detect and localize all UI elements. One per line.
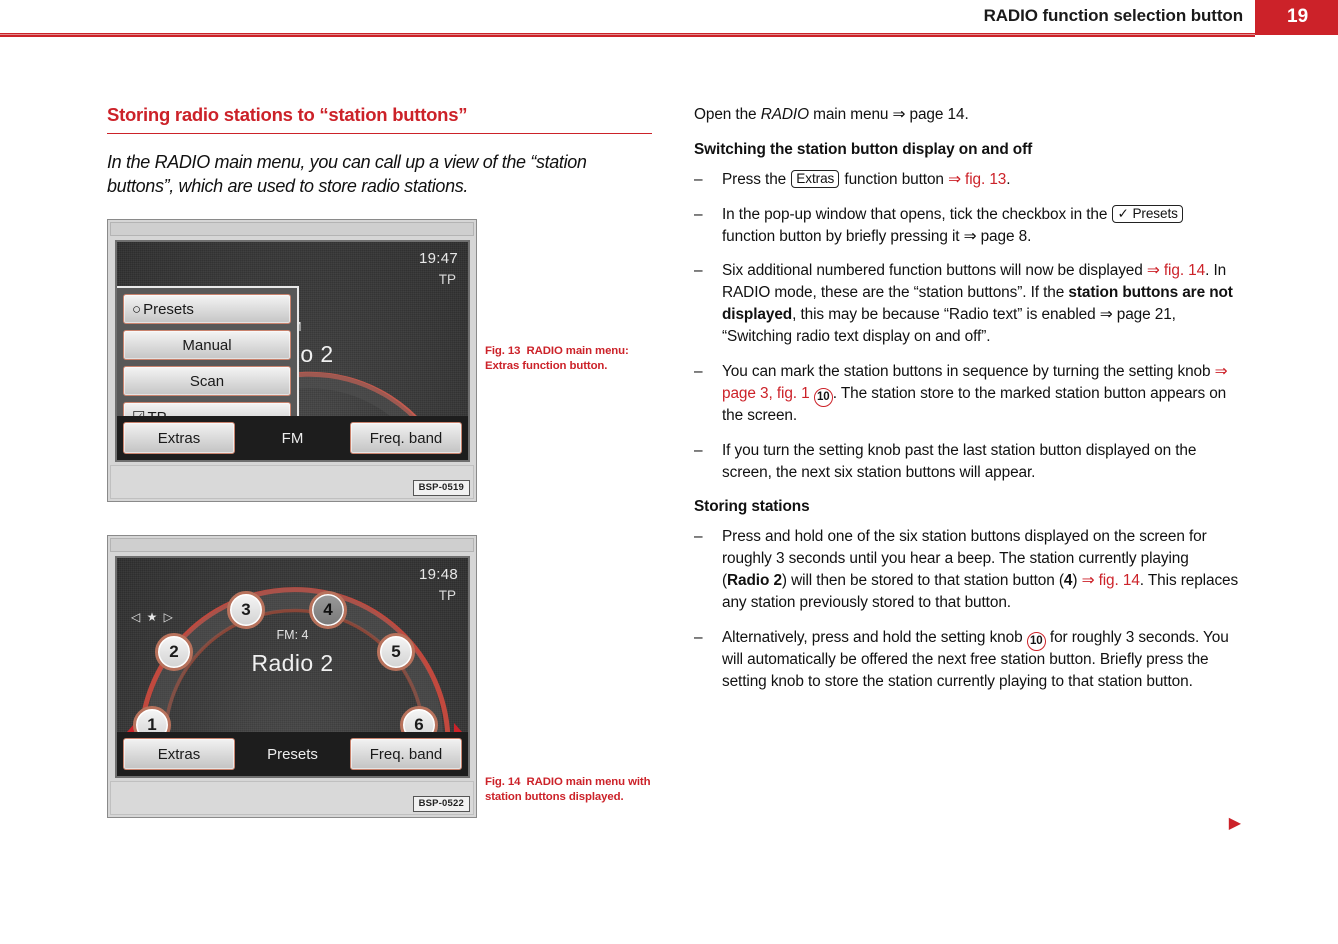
page-header: RADIO function selection button 19 — [0, 0, 1338, 37]
body-text: In the pop-up window that opens, tick th… — [722, 205, 1112, 223]
bullet-dash: – — [694, 170, 703, 188]
screen-freq-band-button-13[interactable]: Freq. band — [349, 422, 462, 454]
intro-paragraph: Open the RADIO main menu ⇒ page 14. — [694, 104, 1239, 126]
screen-clock-14: 19:48 — [418, 566, 458, 583]
bullet-presets-checkbox: – In the pop-up window that opens, tick t… — [694, 204, 1239, 248]
body-text: Press the — [722, 170, 791, 188]
bullet-dash: – — [694, 628, 703, 646]
body-text: function button by briefly pressing it ⇒… — [722, 227, 1032, 245]
figure-14-screen: ◁ ★ ▷ 19:48 TP FM: 4 Radio 2 1 2 3 4 5 6… — [115, 556, 470, 778]
figure-14: ◁ ★ ▷ 19:48 TP FM: 4 Radio 2 1 2 3 4 5 6… — [107, 535, 655, 818]
figure-14-top-bezel — [110, 538, 474, 552]
instruction-sections: Switching the station button display on … — [694, 139, 1239, 693]
screen-tp-13: TP — [438, 272, 456, 287]
section-heading: Storing stations — [694, 498, 810, 516]
bullet-dash: – — [694, 262, 703, 280]
callout-number: 10 — [813, 387, 833, 407]
bullet-six-buttons: – Six additional numbered function button… — [694, 260, 1239, 348]
header-rule-highlight — [0, 34, 1255, 35]
bullet-dash: – — [694, 362, 703, 380]
body-text: ) — [1072, 572, 1082, 589]
station-button-2[interactable]: 2 — [155, 633, 193, 671]
page-title: RADIO function selection button — [983, 6, 1244, 25]
bullet-past-last: – If you turn the setting knob past the l… — [694, 440, 1239, 484]
cross-reference-link[interactable]: ⇒ fig. 14 — [1082, 572, 1140, 589]
body-text: Six additional numbered function buttons… — [722, 262, 1147, 280]
page-number: 19 — [1287, 6, 1309, 27]
figure-13-top-bezel — [110, 222, 474, 236]
screen-extras-button-14[interactable]: Extras — [123, 738, 235, 770]
body-text: . — [1006, 170, 1011, 188]
radio-circle-icon: ○ — [132, 300, 142, 318]
body-text — [810, 385, 814, 402]
section-title: Storing radio stations to “station butto… — [107, 104, 652, 134]
screen-freq-band-button-14[interactable]: Freq. band — [349, 738, 462, 770]
popup-button-manual-label: Manual — [182, 336, 232, 354]
left-column: Storing radio stations to “station butto… — [107, 104, 652, 818]
lead-paragraph: In the RADIO main menu, you can call up … — [107, 152, 587, 196]
cross-reference-link[interactable]: ⇒ fig. 13 — [948, 171, 1006, 188]
popup-button-scan-label: Scan — [189, 372, 225, 390]
figure-13-screen: 19:47 TP FM Radio 2 ○ Presets Manual Sca… — [115, 240, 470, 462]
station-button-3[interactable]: 3 — [227, 591, 265, 629]
header-red-rule — [0, 33, 1255, 37]
page-number-tab: 19 — [1255, 0, 1338, 35]
right-column: Open the RADIO main menu ⇒ page 14. Swit… — [694, 104, 1241, 832]
figure-13-frame: 19:47 TP FM Radio 2 ○ Presets Manual Sca… — [107, 219, 477, 502]
bullet-extras: – Press the Extras function button ⇒ fig.… — [694, 169, 1239, 191]
figure-14-frame: ◁ ★ ▷ 19:48 TP FM: 4 Radio 2 1 2 3 4 5 6… — [107, 535, 477, 818]
function-button-chip[interactable]: Extras — [791, 169, 840, 189]
figure-14-caption-number: Fig. 14 — [485, 776, 521, 788]
popup-button-manual[interactable]: Manual — [123, 330, 291, 360]
emphasis-text: Radio 2 — [727, 572, 782, 589]
figure-13-code-tag: BSP-0519 — [412, 480, 470, 496]
screen-button-bar-14: Extras Presets Freq. band — [117, 732, 468, 776]
cross-reference-link[interactable]: ⇒ fig. 14 — [1147, 262, 1205, 279]
screen-band-label-13: FM — [281, 429, 304, 447]
bullet-dash: – — [694, 205, 703, 223]
function-button-chip[interactable]: ✓ Presets — [1112, 204, 1183, 224]
figure-13-caption-number: Fig. 13 — [485, 345, 521, 357]
figure-14-code-tag: BSP-0522 — [412, 796, 470, 812]
body-text: Alternatively, press and hold the settin… — [722, 628, 1027, 646]
popup-button-scan[interactable]: Scan — [123, 366, 291, 396]
station-button-4[interactable]: 4 — [309, 591, 347, 629]
screen-presets-label-14: Presets — [267, 745, 318, 763]
popup-button-presets[interactable]: ○ Presets — [123, 294, 291, 324]
bullet-mark-sequence: – You can mark the station buttons in seq… — [694, 361, 1239, 427]
intro-before: Open the — [694, 106, 761, 123]
body-text: You can mark the station buttons in sequ… — [722, 362, 1215, 380]
screen-extras-button-13[interactable]: Extras — [123, 422, 235, 454]
intro-italic: RADIO — [760, 106, 809, 123]
body-text: If you turn the setting knob past the la… — [722, 441, 1197, 481]
intro-after: main menu ⇒ page 14. — [808, 106, 969, 123]
callout-number: 10 — [1026, 631, 1046, 651]
bullet-alternatively: – Alternatively, press and hold the setti… — [694, 627, 1239, 693]
screen-button-bar-13: Extras FM Freq. band — [117, 416, 468, 460]
bullet-press-hold: – Press and hold one of the six station b… — [694, 526, 1239, 614]
figure-13: 19:47 TP FM Radio 2 ○ Presets Manual Sca… — [107, 219, 655, 502]
section-heading: Switching the station button display on … — [694, 140, 1033, 158]
bullet-dash: – — [694, 528, 703, 546]
figure-14-caption: Fig. 14 RADIO main menu with station but… — [485, 775, 655, 804]
figure-13-caption: Fig. 13 RADIO main menu: Extras function… — [485, 344, 655, 373]
favourite-indicator-14: ◁ ★ ▷ — [131, 610, 175, 624]
station-button-5[interactable]: 5 — [377, 633, 415, 671]
popup-button-presets-label: Presets — [143, 300, 194, 318]
screen-clock-13: 19:47 — [418, 250, 458, 267]
screen-tp-14: TP — [438, 588, 456, 603]
bullet-dash: – — [694, 441, 703, 459]
body-text: function button — [840, 170, 949, 188]
body-text: ) will then be stored to that station bu… — [781, 572, 1064, 589]
